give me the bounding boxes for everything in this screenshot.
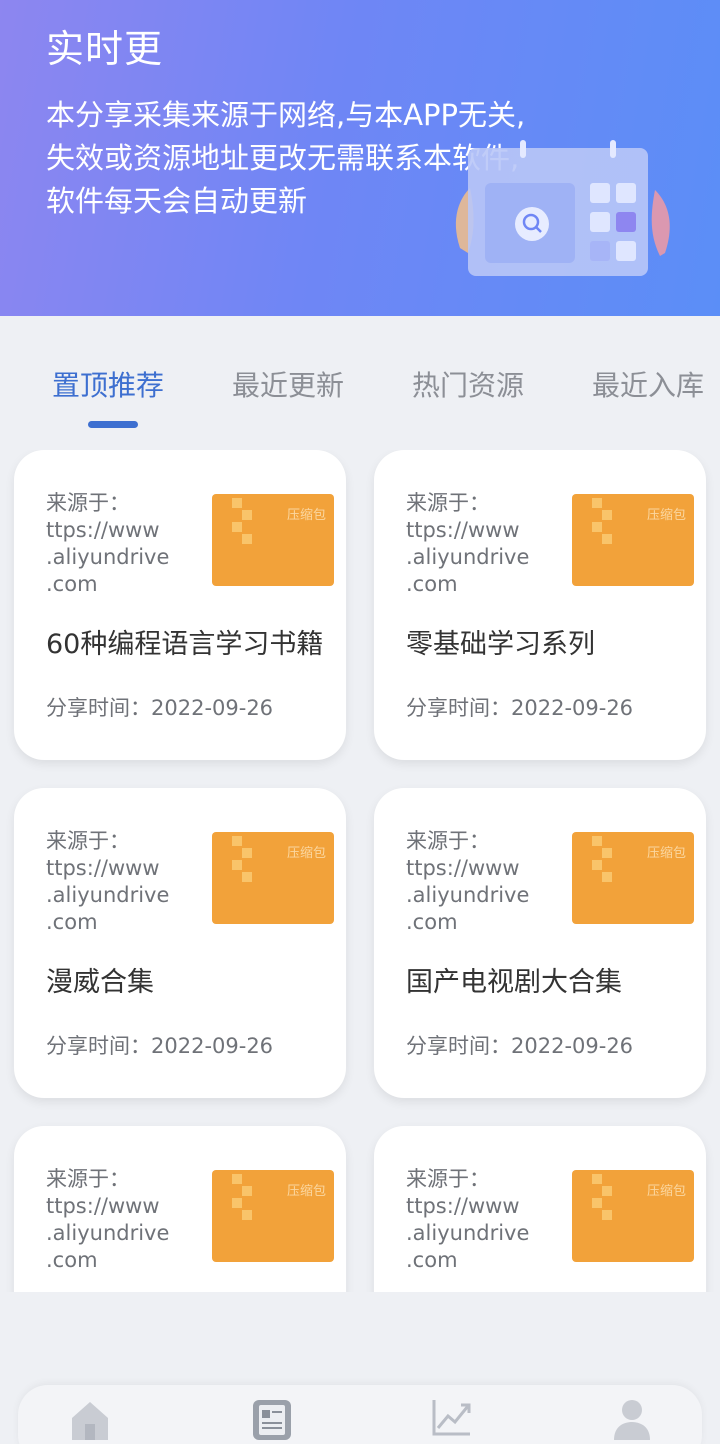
share-date: 分享时间：2022-09-26 [406, 696, 634, 720]
share-date: 分享时间：2022-09-26 [46, 696, 274, 720]
source-text: 来源于： ttps://www .aliyundrive .com [406, 1167, 530, 1272]
source-text: 来源于： ttps://www .aliyundrive .com [46, 829, 170, 934]
share-date: 分享时间：2022-09-26 [406, 1034, 634, 1058]
home-icon[interactable] [68, 1396, 112, 1440]
header-banner: 实时更 本分享采集来源于网络,与本APP无关, 失效或资源地址更改无需联系本软件… [0, 0, 720, 316]
share-date: 分享时间：2022-09-26 [46, 1034, 274, 1058]
source-text: 来源于： ttps://www .aliyundrive .com [46, 491, 170, 596]
archive-tag: 压缩包 [646, 508, 686, 523]
user-icon[interactable] [610, 1396, 654, 1440]
tab-recent-updates[interactable]: 最近更新 [232, 364, 344, 404]
resource-title: 60种编程语言学习书籍 [46, 629, 324, 660]
page-title: 实时更 [46, 27, 164, 71]
zip-file-thumbnail: 压缩包 [572, 1170, 694, 1262]
zipper-icon [592, 1174, 612, 1220]
source-text: 来源于： ttps://www .aliyundrive .com [46, 1167, 170, 1272]
tab-pinned[interactable]: 置顶推荐 [52, 364, 164, 404]
archive-tag: 压缩包 [286, 508, 326, 523]
resource-card[interactable]: 来源于： ttps://www .aliyundrive .com 压缩包 60… [14, 450, 346, 760]
resource-title: 零基础学习系列 [406, 629, 595, 660]
resource-title: 漫威合集 [46, 967, 154, 998]
archive-tag: 压缩包 [646, 1184, 686, 1199]
archive-tag: 压缩包 [646, 846, 686, 861]
trend-chart-icon[interactable] [430, 1396, 474, 1440]
source-text: 来源于： ttps://www .aliyundrive .com [406, 829, 530, 934]
resource-card[interactable]: 来源于： ttps://www .aliyundrive .com 压缩包 漫威… [14, 788, 346, 1098]
archive-tag: 压缩包 [286, 846, 326, 861]
zip-file-thumbnail: 压缩包 [572, 832, 694, 924]
zip-file-thumbnail: 压缩包 [212, 1170, 334, 1262]
resource-card[interactable]: 来源于： ttps://www .aliyundrive .com 压缩包 [14, 1126, 346, 1292]
archive-tag: 压缩包 [286, 1184, 326, 1199]
tab-hot-resources[interactable]: 热门资源 [412, 364, 524, 404]
zipper-icon [232, 498, 252, 544]
source-text: 来源于： ttps://www .aliyundrive .com [406, 491, 530, 596]
bottom-navigation [18, 1385, 702, 1444]
category-tabs: 置顶推荐 最近更新 热门资源 最近入库 [0, 352, 720, 432]
tab-recent-added[interactable]: 最近入库 [592, 364, 704, 404]
resource-card[interactable]: 来源于： ttps://www .aliyundrive .com 压缩包 零基… [374, 450, 706, 760]
calendar-search-illustration [455, 140, 670, 276]
resource-card[interactable]: 来源于： ttps://www .aliyundrive .com 压缩包 国产… [374, 788, 706, 1098]
zipper-icon [592, 498, 612, 544]
zipper-icon [592, 836, 612, 882]
active-tab-indicator [88, 421, 138, 428]
zip-file-thumbnail: 压缩包 [572, 494, 694, 586]
resource-card[interactable]: 来源于： ttps://www .aliyundrive .com 压缩包 [374, 1126, 706, 1292]
zip-file-thumbnail: 压缩包 [212, 494, 334, 586]
resource-grid: 来源于： ttps://www .aliyundrive .com 压缩包 60… [0, 450, 720, 1292]
zip-file-thumbnail: 压缩包 [212, 832, 334, 924]
zipper-icon [232, 836, 252, 882]
resource-title: 国产电视剧大合集 [406, 967, 622, 998]
document-icon[interactable] [250, 1396, 294, 1440]
zipper-icon [232, 1174, 252, 1220]
